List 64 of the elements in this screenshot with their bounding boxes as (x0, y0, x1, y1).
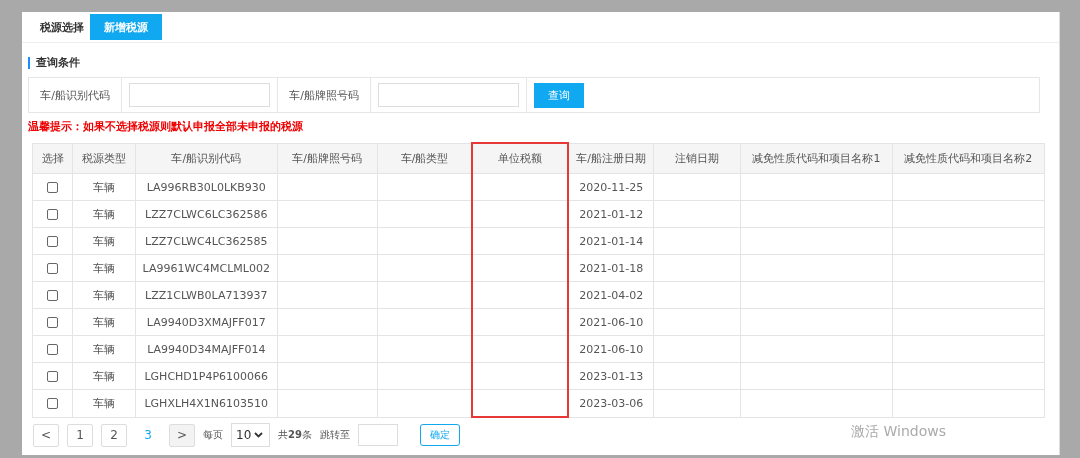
table-cell: 车辆 (73, 389, 136, 417)
field-label: 车/船识别代码 (29, 78, 122, 112)
tab[interactable]: 税源选择 (34, 14, 90, 40)
table-cell: LGHXLH4X1N6103510 (135, 389, 278, 417)
section-title: 查询条件 (28, 57, 1045, 69)
warning-text: 温馨提示：如果不选择税源则默认申报全部未申报的税源 (28, 119, 304, 134)
table-cell: 2021-06-10 (567, 335, 654, 363)
table-cell: LA9961WC4MCLML002 (135, 254, 278, 282)
table-cell: LZZ7CLWC4LC362585 (135, 227, 278, 255)
column-header: 车/船牌照号码 (277, 143, 378, 174)
table-cell: 车辆 (73, 281, 136, 309)
table-cell: 车辆 (73, 254, 136, 282)
chevron-down-icon (254, 432, 264, 438)
jump-label: 跳转至 (319, 428, 350, 442)
column-header: 注销日期 (654, 143, 741, 174)
table-cell: LZZ7CLWC6LC362586 (135, 200, 278, 228)
checkbox[interactable] (47, 209, 59, 220)
column-header: 税源类型 (73, 143, 136, 174)
table-cell: LGHCHD1P4P6100066 (135, 362, 278, 390)
per-page-select[interactable]: 10 (231, 423, 270, 447)
table-cell: 车辆 (73, 362, 136, 390)
field-label: 车/船牌照号码 (278, 78, 371, 112)
checkbox[interactable] (47, 263, 59, 274)
checkbox[interactable] (47, 290, 59, 301)
per-page-label: 每页 (203, 428, 223, 442)
table-cell: 车辆 (73, 308, 136, 336)
page-input[interactable] (357, 424, 398, 446)
column-header: 车/船注册日期 (567, 143, 654, 174)
next-page-button[interactable]: > (169, 423, 195, 447)
input-field[interactable] (378, 83, 519, 107)
column-header: 单位税额 (472, 143, 568, 174)
column-header: 车/船识别代码 (135, 143, 278, 174)
table-cell: 2021-01-12 (567, 200, 654, 228)
checkbox[interactable] (47, 344, 59, 355)
checkbox[interactable] (47, 236, 59, 247)
table-cell: 车辆 (73, 173, 136, 201)
table-cell: 2021-04-02 (567, 281, 654, 309)
checkbox[interactable] (47, 398, 59, 410)
table-cell: 车辆 (73, 335, 136, 363)
table-cell: LA996RB30L0LKB930 (135, 173, 278, 201)
checkbox[interactable] (47, 317, 59, 328)
table-cell: 2020-11-25 (567, 173, 654, 201)
table-cell: 2021-01-18 (567, 254, 654, 282)
page-button[interactable]: 2 (101, 423, 127, 447)
column-header: 减免性质代码和项目名称2 (892, 143, 1045, 174)
page-button[interactable]: 1 (67, 423, 93, 447)
previous-page-button[interactable]: < (33, 423, 59, 447)
column-header: 选择 (32, 143, 73, 174)
table-cell: 2021-01-14 (567, 227, 654, 255)
input-field[interactable] (129, 83, 270, 107)
column-header: 车/船类型 (377, 143, 473, 174)
checkbox[interactable] (47, 182, 59, 193)
table-cell: LA9940D34MAJFF014 (135, 335, 278, 363)
total-count: 共29条 (278, 428, 312, 442)
activation-notice: 激活 Windows (851, 423, 946, 441)
table-cell: 2023-01-13 (567, 362, 654, 390)
table-cell: 2023-03-06 (567, 389, 654, 417)
checkbox[interactable] (47, 371, 59, 382)
table-cell: 车辆 (73, 227, 136, 255)
table-cell: LA9940D3XMAJFF017 (135, 308, 278, 336)
table-cell: LZZ1CLWB0LA713937 (135, 281, 278, 309)
column-header: 减免性质代码和项目名称1 (740, 143, 893, 174)
table-cell: 2021-06-10 (567, 308, 654, 336)
table-cell: 车辆 (73, 200, 136, 228)
